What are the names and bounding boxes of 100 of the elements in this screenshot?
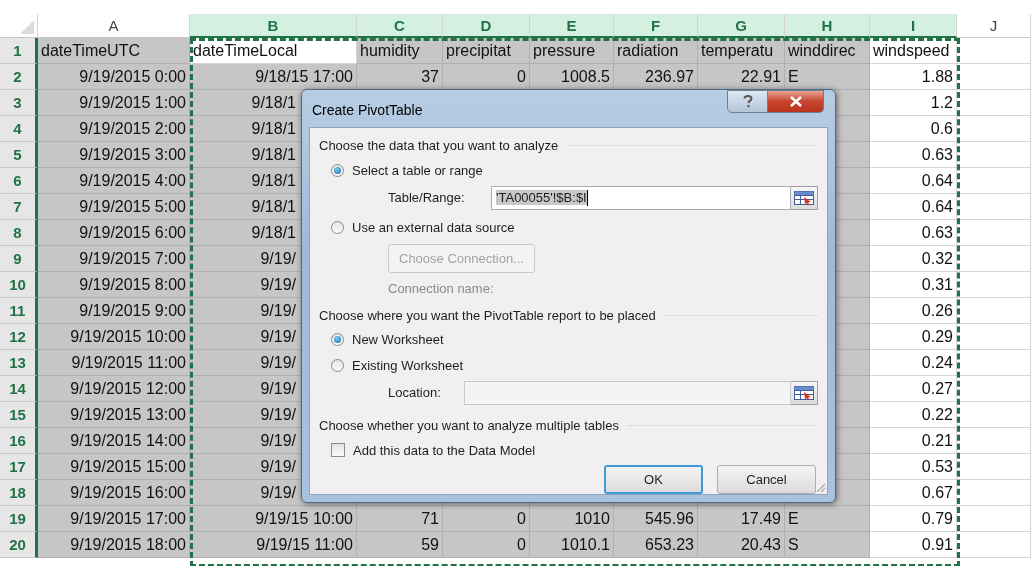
range-select-button[interactable] xyxy=(791,380,818,405)
table-cell: 236.97 xyxy=(614,64,698,90)
row-header[interactable]: 20 xyxy=(0,532,38,558)
table-cell: 9/19/2015 17:00 xyxy=(38,506,190,532)
help-button[interactable] xyxy=(727,90,768,113)
table-cell: 0.24 xyxy=(870,350,957,376)
range-select-button[interactable] xyxy=(791,185,818,210)
table-cell: 0.63 xyxy=(870,220,957,246)
resize-grip-icon xyxy=(816,483,826,493)
table-cell: dateTimeUTC xyxy=(38,38,190,64)
table-cell: 9/19/2015 5:00 xyxy=(38,194,190,220)
table-cell: E xyxy=(785,64,870,90)
table-cell: 9/19/2015 2:00 xyxy=(38,116,190,142)
row-header[interactable]: 17 xyxy=(0,454,38,480)
column-header[interactable]: A xyxy=(38,14,190,38)
table-cell: 9/19/2015 15:00 xyxy=(38,454,190,480)
row-header[interactable]: 2 xyxy=(0,64,38,90)
table-cell: 0.22 xyxy=(870,402,957,428)
checkbox[interactable] xyxy=(331,443,345,457)
table-cell: 9/19/2015 1:00 xyxy=(38,90,190,116)
table-cell: 9/19/2015 9:00 xyxy=(38,298,190,324)
table-cell: 0.63 xyxy=(870,142,957,168)
column-header[interactable]: H xyxy=(785,14,870,38)
table-cell: 0.26 xyxy=(870,298,957,324)
close-icon xyxy=(789,96,802,107)
table-arrow-icon xyxy=(794,385,814,400)
table-cell: 9/19/2015 7:00 xyxy=(38,246,190,272)
column-header[interactable]: J xyxy=(957,14,1031,38)
table-cell: 9/19/2015 3:00 xyxy=(38,142,190,168)
help-icon xyxy=(742,95,753,108)
table-cell: 9/19/2015 6:00 xyxy=(38,220,190,246)
field-label: Table/Range: xyxy=(388,190,466,205)
row-header[interactable]: 3 xyxy=(0,90,38,116)
table-cell: 0.27 xyxy=(870,376,957,402)
row-header[interactable]: 13 xyxy=(0,350,38,376)
row-header[interactable]: 4 xyxy=(0,116,38,142)
table-cell: 9/19/2015 11:00 xyxy=(38,350,190,376)
table-cell: radiation xyxy=(614,38,698,64)
column-header[interactable]: D xyxy=(443,14,530,38)
input-field[interactable]: 'TA00055'!$B:$I xyxy=(491,185,791,210)
table-cell: 0 xyxy=(443,64,530,90)
table-cell: 0.64 xyxy=(870,194,957,220)
close-button[interactable] xyxy=(768,90,824,113)
table-cell: humidity xyxy=(357,38,443,64)
table-cell: 20.43 xyxy=(698,532,785,558)
radio-button[interactable] xyxy=(331,358,344,372)
table-cell: dateTimeLocal xyxy=(190,38,357,64)
table-cell: 9/19/2015 18:00 xyxy=(38,532,190,558)
radio-button[interactable] xyxy=(331,332,344,346)
column-header[interactable]: E xyxy=(530,14,614,38)
table-cell: 0.6 xyxy=(870,116,957,142)
table-cell: temperatu xyxy=(698,38,785,64)
table-cell: 37 xyxy=(357,64,443,90)
table-cell: S xyxy=(785,532,870,558)
connection-name-label: Connection name: xyxy=(388,281,494,296)
row-header[interactable]: 5 xyxy=(0,142,38,168)
radio-button[interactable] xyxy=(331,163,344,177)
row-header[interactable]: 18 xyxy=(0,480,38,506)
column-header[interactable]: I xyxy=(870,14,957,38)
row-header[interactable]: 14 xyxy=(0,376,38,402)
select-all-corner[interactable] xyxy=(0,14,38,38)
table-cell: 9/19/2015 14:00 xyxy=(38,428,190,454)
row-header[interactable]: 15 xyxy=(0,402,38,428)
table-cell: precipitat xyxy=(443,38,530,64)
column-header[interactable]: C xyxy=(357,14,443,38)
row-header[interactable]: 8 xyxy=(0,220,38,246)
table-cell: 653.23 xyxy=(614,532,698,558)
row-header[interactable]: 1 xyxy=(0,38,38,64)
table-cell: 9/19/15 10:00 xyxy=(190,506,357,532)
table-cell: 17.49 xyxy=(698,506,785,532)
table-cell: 0.31 xyxy=(870,272,957,298)
row-header[interactable]: 16 xyxy=(0,428,38,454)
table-cell: 545.96 xyxy=(614,506,698,532)
table-cell: winddirec xyxy=(785,38,870,64)
row-header[interactable]: 19 xyxy=(0,506,38,532)
table-cell: 59 xyxy=(357,532,443,558)
row-header[interactable]: 6 xyxy=(0,168,38,194)
row-header[interactable]: 7 xyxy=(0,194,38,220)
table-cell: 1.88 xyxy=(870,64,957,90)
ok-button[interactable]: OK xyxy=(604,465,703,494)
table-cell: 9/18/15 17:00 xyxy=(190,64,357,90)
table-cell: 9/19/2015 12:00 xyxy=(38,376,190,402)
table-cell: 0.53 xyxy=(870,454,957,480)
table-cell: 9/19/2015 16:00 xyxy=(38,480,190,506)
table-cell: 0.64 xyxy=(870,168,957,194)
table-cell: 9/19/2015 8:00 xyxy=(38,272,190,298)
table-cell: pressure xyxy=(530,38,614,64)
table-cell: 0.32 xyxy=(870,246,957,272)
radio-button[interactable] xyxy=(331,220,344,234)
cancel-button[interactable]: Cancel xyxy=(717,465,816,494)
row-header[interactable]: 11 xyxy=(0,298,38,324)
row-header[interactable]: 12 xyxy=(0,324,38,350)
table-cell: 0.91 xyxy=(870,532,957,558)
row-header[interactable]: 9 xyxy=(0,246,38,272)
row-header[interactable]: 10 xyxy=(0,272,38,298)
table-cell: 0 xyxy=(443,532,530,558)
column-header[interactable]: F xyxy=(614,14,698,38)
field-label: Location: xyxy=(388,385,442,400)
column-header[interactable]: B xyxy=(190,14,357,38)
column-header[interactable]: G xyxy=(698,14,785,38)
